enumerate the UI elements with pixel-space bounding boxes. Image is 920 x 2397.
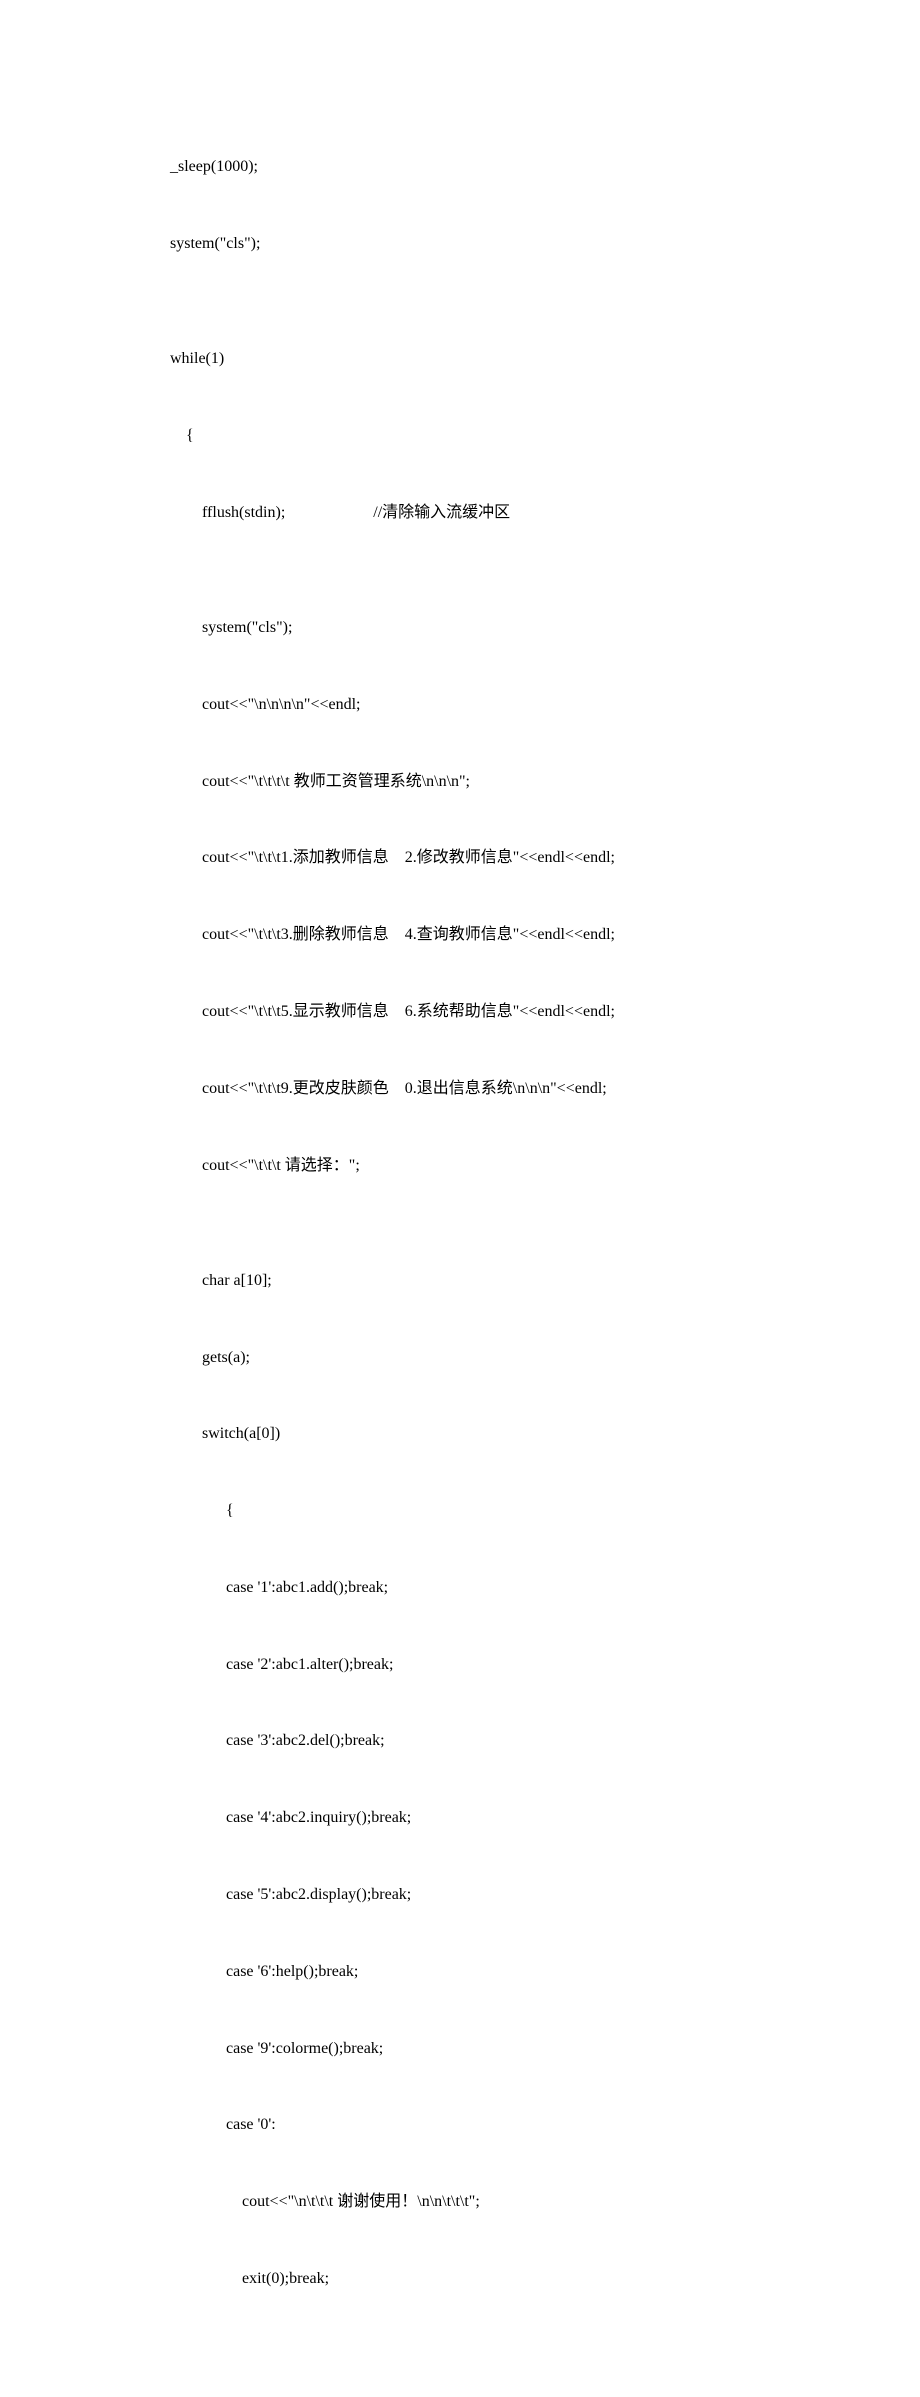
code-line: exit(0);break;: [170, 2260, 860, 2298]
code-line: cout<<"\n\n\n\n"<<endl;: [170, 686, 860, 724]
code-line: cout<<"\n\t\t\t 谢谢使用！\n\n\t\t\t";: [170, 2183, 860, 2221]
code-line: case '4':abc2.inquiry();break;: [170, 1799, 860, 1837]
code-line: cout<<"\t\t\t 请选择：";: [170, 1147, 860, 1185]
code-line: cout<<"\t\t\t9.更改皮肤颜色 0.退出信息系统\n\n\n"<<e…: [170, 1070, 860, 1108]
code-line: cout<<"\t\t\t\t 教师工资管理系统\n\n\n";: [170, 763, 860, 801]
code-line: _sleep(1000);: [170, 148, 860, 186]
code-line: case '0':: [170, 2106, 860, 2144]
code-line: case '5':abc2.display();break;: [170, 1876, 860, 1914]
code-line: {: [170, 417, 860, 455]
code-line: case '6':help();break;: [170, 1953, 860, 1991]
code-line: gets(a);: [170, 1339, 860, 1377]
code-line: while(1): [170, 340, 860, 378]
code-document: _sleep(1000); system("cls"); while(1) { …: [0, 0, 920, 2397]
code-line: switch(a[0]): [170, 1415, 860, 1453]
code-line: case '9':colorme();break;: [170, 2030, 860, 2068]
code-line: system("cls");: [170, 609, 860, 647]
code-line: cout<<"\t\t\t3.删除教师信息 4.查询教师信息"<<endl<<e…: [170, 916, 860, 954]
code-line: system("cls");: [170, 225, 860, 263]
code-line: case '3':abc2.del();break;: [170, 1722, 860, 1760]
code-line: cout<<"\t\t\t5.显示教师信息 6.系统帮助信息"<<endl<<e…: [170, 993, 860, 1031]
code-line: case '1':abc1.add();break;: [170, 1569, 860, 1607]
code-line: char a[10];: [170, 1262, 860, 1300]
code-line: fflush(stdin); //清除输入流缓冲区: [170, 494, 860, 532]
code-line: {: [170, 1492, 860, 1530]
code-line: cout<<"\t\t\t1.添加教师信息 2.修改教师信息"<<endl<<e…: [170, 839, 860, 877]
code-line: case '2':abc1.alter();break;: [170, 1646, 860, 1684]
